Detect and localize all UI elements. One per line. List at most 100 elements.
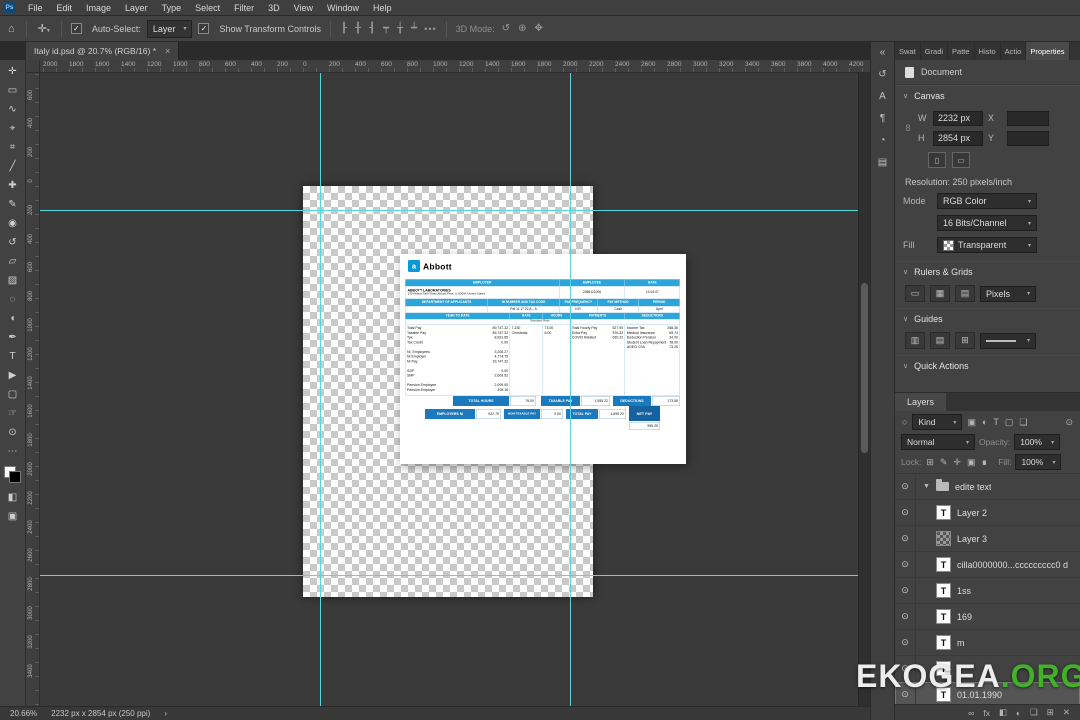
align-bottom-edges-icon[interactable]: ┷	[410, 23, 418, 34]
guide-style-dropdown[interactable]: ▾	[980, 332, 1036, 349]
layer-row[interactable]: ⊙ Tm	[895, 630, 1080, 656]
move-tool-icon[interactable]: ✛▾	[36, 22, 52, 35]
adjustment-layer-icon[interactable]: ◐	[1016, 708, 1021, 718]
lock-image-pixels-icon[interactable]: ✎	[939, 457, 949, 468]
align-horizontal-centers-icon[interactable]: ╂	[354, 23, 362, 34]
paragraph-panel-icon[interactable]: ¶	[880, 113, 885, 124]
menu-type[interactable]: Type	[155, 3, 189, 13]
layer-visibility-eye-icon[interactable]: ⊙	[895, 604, 916, 629]
layer-filter-kind-dropdown[interactable]: Kind ▾	[912, 414, 963, 430]
landscape-orientation-icon[interactable]: ▭	[952, 152, 970, 168]
menu-file[interactable]: File	[21, 3, 50, 13]
vertical-guide[interactable]	[320, 73, 321, 706]
lock-artboard-icon[interactable]: ▣	[966, 457, 977, 468]
filter-pixel-layers-icon[interactable]: ▣	[966, 417, 977, 428]
background-color-swatch[interactable]	[9, 471, 21, 483]
history-brush-tool[interactable]: ↺	[2, 233, 24, 252]
pen-tool[interactable]: ✒	[2, 328, 24, 347]
panel-tab-actio[interactable]: Actio	[1001, 42, 1027, 60]
x-field[interactable]	[1007, 110, 1049, 126]
fill-dropdown[interactable]: 100% ▾	[1015, 454, 1062, 470]
menu-filter[interactable]: Filter	[227, 3, 261, 13]
eraser-tool[interactable]: ▱	[2, 252, 24, 271]
panel-tab-patte[interactable]: Patte	[948, 42, 975, 60]
show-transform-checkbox[interactable]: ✓	[198, 23, 210, 34]
panel-tab-properties[interactable]: Properties	[1026, 42, 1070, 60]
more-align-options-icon[interactable]: •••	[424, 24, 436, 34]
shape-tool[interactable]: ▢	[2, 385, 24, 404]
filter-shape-layers-icon[interactable]: ▢	[1004, 417, 1015, 428]
menu-select[interactable]: Select	[188, 3, 227, 13]
move-tool[interactable]: ✛	[2, 62, 24, 81]
align-vertical-centers-icon[interactable]: ╁	[396, 23, 404, 34]
layer-visibility-eye-icon[interactable]: ⊙	[895, 500, 916, 525]
filter-type-layers-icon[interactable]: T	[992, 417, 1000, 427]
height-field[interactable]: 2854 px	[933, 130, 983, 146]
menu-view[interactable]: View	[287, 3, 320, 13]
layer-row[interactable]: ⊙ ▼ edite text	[895, 474, 1080, 500]
dodge-tool[interactable]: ◖	[2, 309, 24, 328]
horizontal-guide[interactable]	[40, 210, 858, 211]
layer-row[interactable]: ⊙ T 169	[895, 604, 1080, 630]
auto-select-checkbox[interactable]: ✓	[70, 23, 82, 34]
status-menu-caret[interactable]: ›	[164, 709, 167, 718]
menu-3d[interactable]: 3D	[261, 3, 287, 13]
quick-mask-button[interactable]: ◧	[2, 488, 24, 507]
foreground-background-swatches[interactable]	[4, 466, 21, 483]
path-selection-tool[interactable]: ▶	[2, 366, 24, 385]
lock-guides-icon[interactable]: ▤	[930, 332, 950, 349]
horizontal-ruler[interactable]: 2000 1800 1600 1400 1200 1000 800 600 400 200 0 200…	[40, 60, 870, 73]
panel-tab-swat[interactable]: Swat	[895, 42, 921, 60]
screen-mode-button[interactable]: ▣	[2, 507, 24, 526]
paystub-layer[interactable]: a Abbott EMPLOYER EMPLOYEE DATE ABBOTT L…	[400, 254, 686, 464]
clone-stamp-tool[interactable]: ◉	[2, 214, 24, 233]
home-icon[interactable]: ⌂	[6, 23, 17, 35]
horizontal-guide[interactable]	[40, 575, 858, 576]
type-tool[interactable]: T	[2, 347, 24, 366]
lock-all-icon[interactable]: ∎	[980, 457, 988, 468]
document-tab[interactable]: Italy id.psd @ 20.7% (RGB/16) * ×	[26, 42, 180, 60]
portrait-orientation-icon[interactable]: ▯	[928, 152, 946, 168]
vertical-guide[interactable]	[570, 73, 571, 706]
tab-layers[interactable]: Layers	[895, 393, 947, 411]
new-group-icon[interactable]: ❏	[1030, 707, 1038, 718]
layer-visibility-eye-icon[interactable]: ⊙	[895, 578, 916, 603]
delete-layer-icon[interactable]: ✕	[1063, 707, 1070, 718]
ruler-origin-corner[interactable]	[26, 60, 40, 73]
zoom-tool[interactable]: ⊙	[2, 423, 24, 442]
lock-position-icon[interactable]: ✛	[952, 457, 962, 468]
collapse-panels-icon[interactable]: «	[880, 47, 886, 58]
group-expand-icon[interactable]: ▼	[923, 483, 930, 490]
adjustments-panel-icon[interactable]: ◔	[879, 135, 885, 146]
crop-tool[interactable]: ⌗	[2, 138, 24, 157]
character-panel-icon[interactable]: A	[879, 91, 886, 102]
toggle-pixel-grid-icon[interactable]: ▤	[955, 285, 975, 302]
auto-select-target-dropdown[interactable]: Layer ▾	[146, 19, 193, 38]
link-dimensions-icon[interactable]: 8	[903, 123, 913, 133]
eyedropper-tool[interactable]: ╱	[2, 157, 24, 176]
toggle-rulers-icon[interactable]: ▭	[905, 285, 925, 302]
canvas-fill-dropdown[interactable]: Transparent ▾	[937, 237, 1037, 253]
filter-smart-objects-icon[interactable]: ❏	[1018, 417, 1028, 428]
zoom-level[interactable]: 20.66%	[10, 709, 37, 718]
vertical-scrollbar[interactable]	[858, 73, 870, 706]
history-panel-icon[interactable]: ↺	[878, 69, 886, 80]
width-field[interactable]: 2232 px	[933, 110, 983, 126]
brush-tool[interactable]: ✎	[2, 195, 24, 214]
color-mode-dropdown[interactable]: RGB Color ▾	[937, 193, 1037, 209]
toggle-grid-icon[interactable]: ▦	[930, 285, 950, 302]
opacity-dropdown[interactable]: 100% ▾	[1014, 434, 1061, 450]
healing-brush-tool[interactable]: ✚	[2, 176, 24, 195]
layer-mask-icon[interactable]: ◧	[999, 707, 1007, 718]
blur-tool[interactable]: ◌	[2, 290, 24, 309]
menu-image[interactable]: Image	[79, 3, 118, 13]
3d-dolly-icon[interactable]: ✥	[533, 23, 543, 34]
lock-transparent-pixels-icon[interactable]: ⊞	[925, 457, 935, 468]
panel-tab-gradi[interactable]: Gradi	[921, 42, 949, 60]
rulers-grids-section-header[interactable]: ∨ Rulers & Grids	[895, 261, 1080, 282]
blend-mode-dropdown[interactable]: Normal ▾	[901, 434, 975, 450]
layer-effects-icon[interactable]: fx	[983, 708, 990, 718]
close-tab-icon[interactable]: ×	[165, 46, 170, 56]
canvas-section-header[interactable]: ∨ Canvas	[895, 85, 1080, 106]
panel-tab-histo[interactable]: Histo	[975, 42, 1001, 60]
